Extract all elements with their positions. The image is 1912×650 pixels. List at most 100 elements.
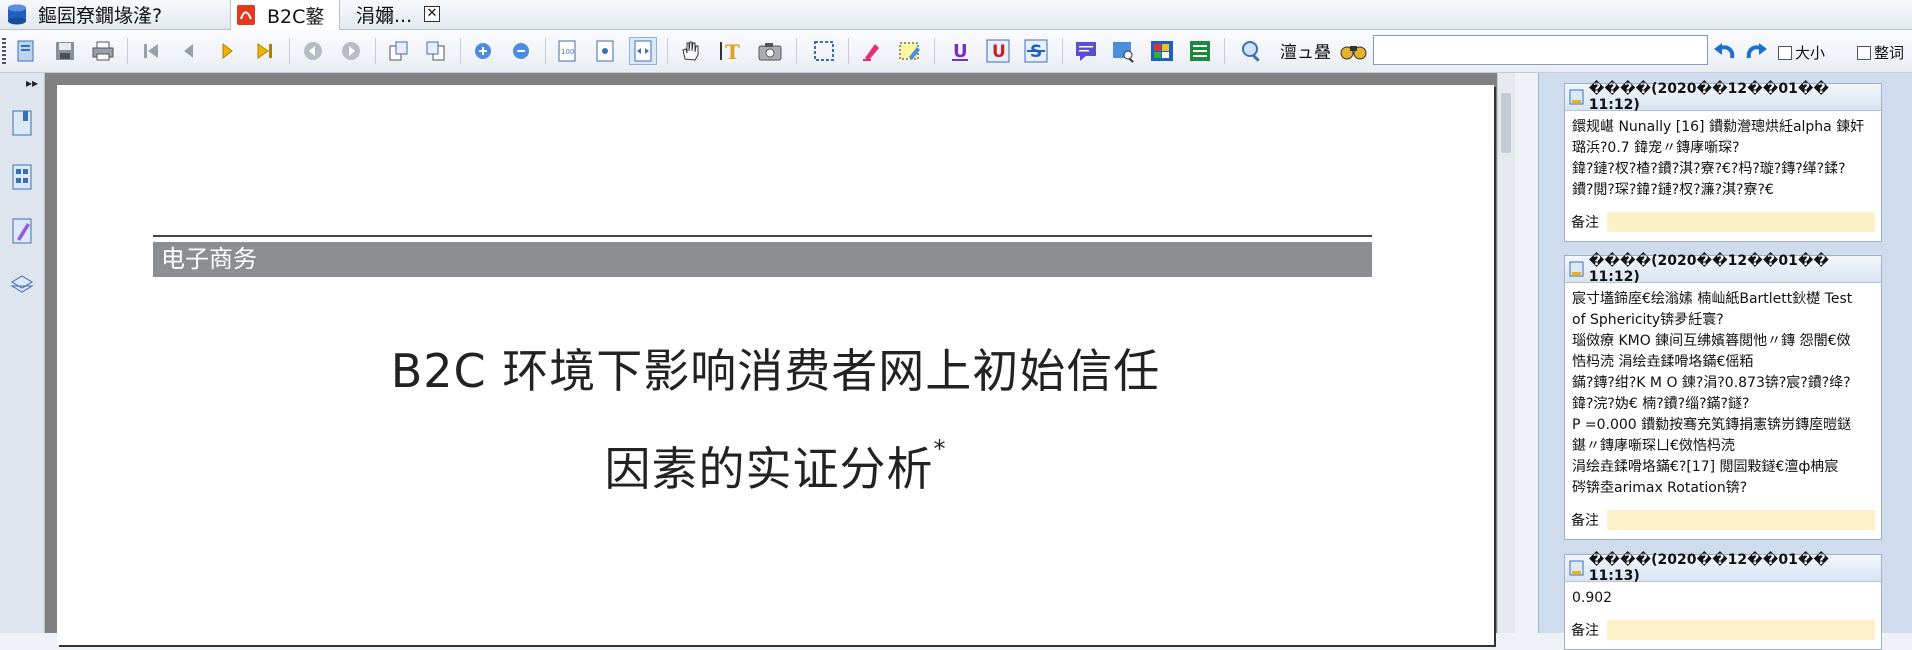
svg-text:T: T: [725, 40, 740, 63]
case-sensitive-checkbox[interactable]: 大小: [1778, 42, 1825, 63]
scrollbar-thumb[interactable]: [1501, 93, 1511, 153]
note-card[interactable]: ����(2020��12��01�� 11:12) 宸寸壒鍗庢€绘滃嫊 楠屾紙…: [1564, 253, 1882, 540]
note-remark: 备注: [1571, 509, 1875, 531]
tab-pdf-document[interactable]: B2C鐜: [230, 0, 340, 30]
note-header: ����(2020��12��01�� 11:12): [1565, 81, 1881, 113]
fit-page-icon[interactable]: [591, 37, 619, 65]
remark-label: 备注: [1571, 215, 1599, 231]
section-rule: [153, 235, 1372, 237]
search-input[interactable]: [1373, 35, 1708, 65]
underline-icon[interactable]: U: [946, 37, 974, 65]
first-page-icon[interactable]: [137, 37, 165, 65]
annotations-icon[interactable]: [8, 216, 36, 246]
next-page-icon[interactable]: [213, 37, 241, 65]
last-page-icon[interactable]: [251, 37, 279, 65]
document-view[interactable]: 电子商务 B2C 环境下影响消费者网上初始信任 因素的实证分析*: [45, 73, 1512, 645]
rect-select-icon[interactable]: [810, 37, 838, 65]
note-header: ����(2020��12��01�� 11:12): [1565, 253, 1881, 285]
remark-field[interactable]: [1607, 212, 1875, 232]
note-body: 鐶规嵁 Nunally [16] 鐨勬瀯璁烘紝alpha 鍊奸 璐浜?0.7 鍏…: [1565, 111, 1881, 205]
article-title-line-1: B2C 环境下影响消费者网上初始信任: [390, 344, 1161, 398]
note-line: 鍏?鏈?杈?楂?鐨?淇?寮?€?杩?璇?鏄?缂?鍒?: [1572, 161, 1846, 177]
remark-field[interactable]: [1607, 510, 1875, 530]
redo-icon[interactable]: [1742, 37, 1770, 65]
rotate-right-icon[interactable]: [422, 37, 450, 65]
document-scrollbar[interactable]: [1497, 73, 1515, 633]
note-body: 0.902: [1565, 582, 1881, 613]
remark-field[interactable]: [1607, 620, 1875, 640]
bookmarks-icon[interactable]: [8, 108, 36, 138]
open-file-icon[interactable]: [12, 37, 40, 65]
snapshot-icon[interactable]: [756, 37, 784, 65]
find-icon[interactable]: [1238, 37, 1266, 65]
note-remark: 备注: [1571, 619, 1875, 641]
print-icon[interactable]: [89, 37, 117, 65]
text-select-icon[interactable]: T: [716, 37, 744, 65]
note-line: 悎杩涜 涓绘垚鍒嗗垎鏋€傜粨: [1572, 354, 1754, 370]
area-highlight-icon[interactable]: [896, 37, 924, 65]
note-doc-icon: [1569, 89, 1584, 105]
checkbox-label: 大小: [1795, 44, 1826, 62]
search-note-icon[interactable]: [1110, 37, 1138, 65]
note-card[interactable]: ����(2020��12��01�� 11:12) 鐶规嵁 Nunally […: [1564, 81, 1882, 242]
tab-label: B2C鐜: [267, 5, 325, 28]
section-band: 电子商务: [153, 242, 1372, 277]
squiggly-icon[interactable]: U: [984, 37, 1012, 65]
binoculars-icon[interactable]: [1340, 37, 1368, 65]
close-tab-button[interactable]: ✕: [424, 6, 440, 22]
hand-tool-icon[interactable]: [677, 37, 705, 65]
undo-icon[interactable]: [1711, 37, 1739, 65]
back-icon[interactable]: [299, 37, 327, 65]
note-header-text: ����(2020��12��01�� 11:12): [1588, 253, 1829, 285]
pdf-icon: [235, 4, 257, 26]
rotate-left-icon[interactable]: [384, 37, 412, 65]
zoom-in-icon[interactable]: [469, 37, 497, 65]
note-line: 0.902: [1572, 590, 1613, 606]
save-icon[interactable]: [51, 37, 79, 65]
left-sidebar: ▸▸: [0, 73, 45, 633]
checkbox-box[interactable]: [1857, 45, 1871, 60]
article-title-line-2: 因素的实证分析*: [57, 433, 1494, 499]
note-header: ����(2020��12��01�� 11:13): [1565, 552, 1881, 584]
svg-text:U: U: [992, 42, 1006, 62]
note-icon[interactable]: [1072, 37, 1100, 65]
highlight-icon[interactable]: [858, 37, 886, 65]
whole-word-checkbox[interactable]: 整词: [1857, 42, 1904, 63]
database-icon: [6, 4, 28, 26]
fit-width-icon[interactable]: [629, 37, 657, 65]
notes-list-icon[interactable]: [1186, 37, 1214, 65]
toolbar-grip[interactable]: [2, 38, 6, 64]
strikeout-icon[interactable]: S: [1022, 37, 1050, 65]
note-header-text: ����(2020��12��01�� 11:12): [1588, 81, 1829, 113]
note-line: 璐浜?0.7 鍏宠〃鏄庨噺琛?: [1572, 140, 1740, 156]
note-line: 瑙傚療 KMO 鍊间互绋嬪簭閲忚〃鏄 怨闇€傚: [1572, 333, 1851, 349]
note-line: 鏋?鏄?绀?K M O 鍊?涓?0.873锛?宸?鐨?绛?: [1572, 375, 1851, 391]
actual-size-icon[interactable]: 100: [553, 37, 581, 65]
prev-page-icon[interactable]: [175, 37, 203, 65]
tab-library[interactable]: 鏂囩尞鐗堟湰?: [6, 0, 230, 29]
note-line: P =0.000 鐨勬按骞充笂鏄捐憲锛岃鏄庢暟鎹: [1572, 417, 1852, 433]
layers-icon[interactable]: [8, 270, 36, 300]
note-header-text: ����(2020��12��01�� 11:13): [1588, 552, 1829, 584]
note-line: 鍏?浣?妫€ 楠?鐨?缁?鏋?鐩?: [1572, 396, 1750, 412]
note-doc-icon: [1569, 560, 1584, 576]
note-card[interactable]: ����(2020��12��01�� 11:13) 0.902 备注: [1564, 552, 1882, 650]
zoom-out-icon[interactable]: [507, 37, 535, 65]
tab-label: 鏂囩尞鐗堟湰?: [38, 5, 163, 27]
note-line: 鐶规嵁 Nunally [16] 鐨勬瀯璁烘紝alpha 鍊奸: [1572, 119, 1865, 135]
search-label: 澶ュ疂: [1280, 43, 1331, 63]
title-line-2-text: 因素的实证分析: [604, 442, 934, 496]
note-line: 鍖〃鏄庨噺琛ㄩ€傚悎杩涜: [1572, 438, 1735, 454]
svg-text:100: 100: [561, 48, 574, 56]
checkbox-label: 整词: [1874, 44, 1905, 62]
remark-label: 备注: [1571, 513, 1599, 529]
note-line: 宸寸壒鍗庢€绘滃嫊 楠屾紙Bartlett鈥檚 Test: [1572, 291, 1853, 307]
checkbox-box[interactable]: [1778, 45, 1792, 60]
forward-icon[interactable]: [337, 37, 365, 65]
tab-label: 涓嬭...: [356, 5, 413, 27]
note-doc-icon: [1569, 261, 1584, 277]
note-body: 宸寸壒鍗庢€绘滃嫊 楠屾紙Bartlett鈥檚 Test of Spherici…: [1565, 283, 1881, 503]
color-picker-icon[interactable]: [1148, 37, 1176, 65]
thumbnails-icon[interactable]: [8, 162, 36, 192]
expand-sidebar-icon[interactable]: ▸▸: [26, 76, 38, 90]
